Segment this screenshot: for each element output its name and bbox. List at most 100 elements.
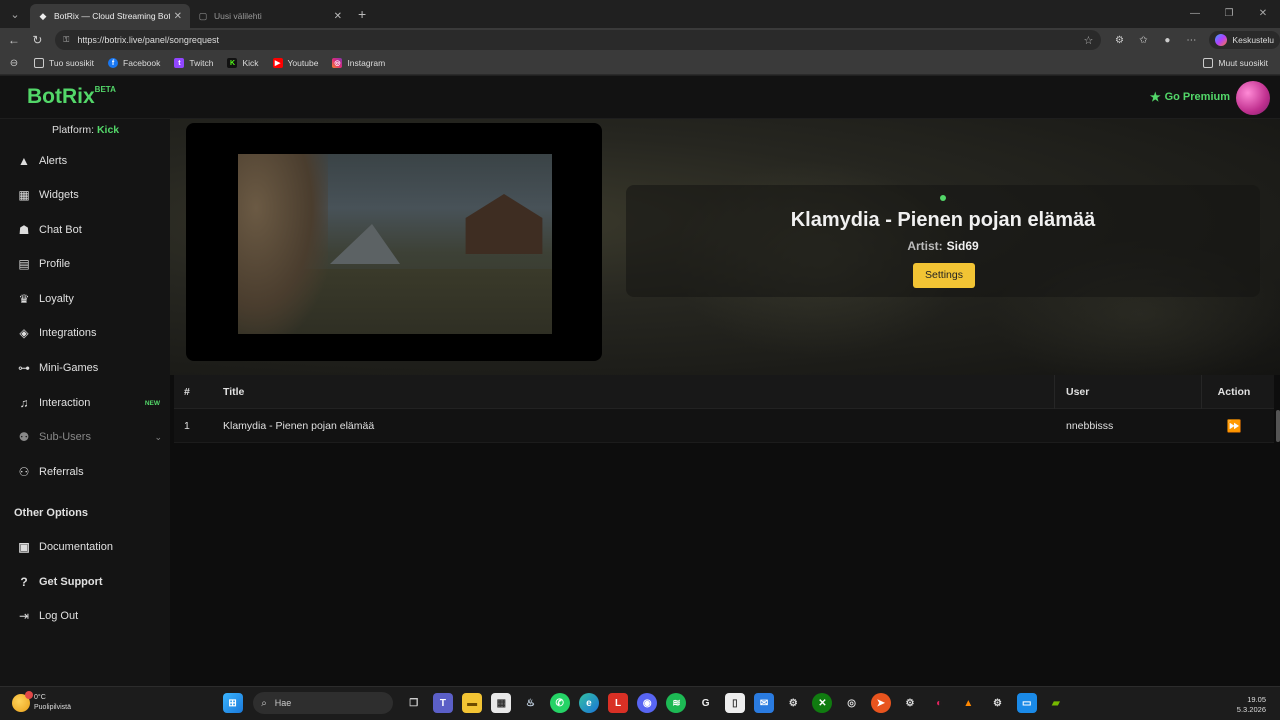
row-user: nnebbisss [1066, 419, 1114, 432]
browser-tab[interactable]: ▢ Uusi välilehti ✕ [190, 4, 350, 28]
sidebar-item-label: Chat Bot [39, 224, 82, 236]
app-red-dot-icon[interactable]: ⚙ [988, 693, 1008, 713]
gamepad-icon: ⊶ [18, 361, 30, 375]
sidebar-item-loyalty[interactable]: ♛ Loyalty [0, 282, 170, 316]
weather-widget[interactable]: 0°C Puolipilvistä [12, 691, 71, 713]
discord-icon[interactable]: ◉ [637, 693, 658, 713]
instagram-icon: ◎ [332, 58, 343, 68]
trophy-icon: ♛ [18, 292, 30, 306]
settings-icon[interactable]: ⚙ [900, 693, 920, 713]
bookmark-instagram[interactable]: ◎ Instagram [332, 58, 385, 68]
url-field[interactable]: ⚿ https://botrix.live/panel/songrequest … [55, 30, 1102, 50]
taskbar-search[interactable]: ⌕ Hae [253, 692, 394, 714]
bookmarks-bar: ⊖ Tuo suosikit f Facebook t Twitch K Kic… [0, 52, 1280, 75]
sidebar-item-chat-bot[interactable]: ☗ Chat Bot [0, 213, 170, 247]
other-bookmarks[interactable]: Muut suosikit [1203, 58, 1268, 68]
task-view-icon[interactable]: ❐ [404, 693, 424, 713]
artist-label: Artist: [907, 239, 943, 253]
profile-icon[interactable]: ● [1155, 35, 1179, 46]
copilot-chat-button[interactable]: Keskustelu [1209, 31, 1280, 49]
settings-button[interactable]: Settings [913, 263, 975, 288]
close-tab-icon[interactable]: ✕ [174, 11, 182, 22]
settings-gear-icon[interactable]: ⚙ [783, 693, 803, 713]
extensions-icon[interactable]: ⚙ [1107, 35, 1131, 46]
nvidia-icon[interactable]: ▰ [1046, 693, 1066, 713]
bookmark-label: Muut suosikit [1218, 58, 1268, 68]
system-clock[interactable]: 19.05 5.3.2026 [1237, 695, 1266, 715]
botrix-app: BotRixBETA ★ Go Premium Platform: Kick ▲… [0, 76, 1280, 686]
sidebar-item-profile[interactable]: ▤ Profile [0, 247, 170, 281]
sidebar-toggle-icon[interactable]: ⊖ [2, 58, 26, 69]
sidebar-item-mini-games[interactable]: ⊶ Mini-Games [0, 351, 170, 385]
sidebar-item-documentation[interactable]: ▣ Documentation [0, 530, 170, 564]
book-icon: ▣ [18, 540, 30, 554]
video-player[interactable] [186, 123, 602, 361]
favorite-star-icon[interactable]: ☆ [1084, 34, 1094, 47]
video-arm [238, 154, 328, 334]
bookmark-youtube[interactable]: ▶ Youtube [272, 58, 318, 68]
skip-song-button[interactable]: ⏩ [1204, 419, 1264, 433]
users-icon: ⚇ [18, 465, 30, 479]
video-hut [465, 194, 543, 254]
sidebar-item-log-out[interactable]: ⇥ Log Out [0, 599, 170, 633]
user-avatar[interactable] [1236, 81, 1270, 115]
restore-icon[interactable]: ❐ [1212, 0, 1246, 28]
url-text: https://botrix.live/panel/songrequest [77, 35, 219, 45]
g-hub-icon[interactable]: G [696, 693, 716, 713]
close-window-icon[interactable]: ✕ [1246, 0, 1280, 28]
store-icon[interactable]: ▦ [491, 693, 512, 713]
teams-icon[interactable]: T [432, 693, 453, 713]
reload-icon[interactable]: ↻ [26, 33, 50, 47]
bookmark-kick[interactable]: K Kick [227, 58, 259, 68]
xbox-icon[interactable]: ✕ [812, 693, 833, 713]
site-info-icon[interactable]: ⚿ [63, 35, 69, 45]
import-icon [34, 58, 44, 68]
bookmark-facebook[interactable]: f Facebook [108, 58, 160, 68]
new-tab-button[interactable]: + [358, 6, 366, 22]
edge-icon[interactable]: e [578, 693, 599, 713]
sidebar-item-get-support[interactable]: ? Get Support [0, 565, 170, 599]
grid-icon: ▦ [18, 188, 30, 202]
favorites-icon[interactable]: ✩ [1131, 35, 1155, 46]
bookmark-import[interactable]: Tuo suosikit [34, 58, 94, 68]
windows-start-icon[interactable]: ⊞ [222, 693, 243, 713]
vlc-icon[interactable]: ▲ [958, 693, 978, 713]
sidebar-item-integrations[interactable]: ◈ Integrations [0, 316, 170, 350]
file-explorer-icon[interactable]: ▬ [462, 693, 483, 713]
divider [1054, 375, 1055, 409]
notepad-icon[interactable]: ▯ [724, 693, 745, 713]
mail-icon[interactable]: ✉ [754, 693, 775, 713]
sidebar-item-widgets[interactable]: ▦ Widgets [0, 178, 170, 212]
sidebar-item-referrals[interactable]: ⚇ Referrals [0, 455, 170, 489]
search-icon: ⌕ [261, 697, 267, 709]
scrollbar[interactable] [1276, 410, 1280, 442]
opera-icon[interactable]: ◐ [929, 693, 949, 713]
botrix-logo[interactable]: BotRixBETA [27, 85, 116, 109]
steam-icon[interactable]: ♨ [521, 693, 541, 713]
whatsapp-icon[interactable]: ✆ [549, 693, 570, 713]
sidebar-item-interaction[interactable]: ♫ Interaction NEW [0, 386, 170, 420]
bookmark-twitch[interactable]: t Twitch [174, 58, 213, 68]
premium-label: Go Premium [1164, 91, 1230, 103]
app-orange-icon[interactable]: ➤ [870, 693, 891, 713]
song-title: Klamydia - Pienen pojan elämää [790, 209, 1096, 231]
sidebar-item-sub-users[interactable]: ⚉ Sub-Users ⌄ [0, 420, 170, 454]
new-badge: NEW [144, 399, 160, 407]
more-menu-icon[interactable]: ⋯ [1179, 35, 1203, 46]
tab-actions-menu[interactable]: ⌄ [4, 4, 26, 24]
chevron-down-icon: ⌄ [154, 431, 162, 442]
minimize-icon[interactable]: — [1178, 0, 1212, 28]
obs-icon[interactable]: ◎ [842, 693, 862, 713]
sidebar-item-alerts[interactable]: ▲ Alerts [0, 144, 170, 178]
browser-tab-active[interactable]: ◆ BotRix — Cloud Streaming Bot for ✕ [30, 4, 190, 28]
app-l-icon[interactable]: L [608, 693, 629, 713]
go-premium-link[interactable]: ★ Go Premium [1150, 90, 1230, 104]
other-options-heading: Other Options [14, 507, 88, 519]
window-app-icon[interactable]: ▭ [1016, 693, 1037, 713]
close-tab-icon[interactable]: ✕ [334, 11, 342, 22]
back-icon[interactable]: ← [2, 33, 26, 47]
spotify-icon[interactable]: ≋ [666, 693, 687, 713]
toolbar-icons: ⚙ ✩ ● ⋯ [1107, 35, 1203, 46]
warning-icon: ▲ [18, 154, 30, 168]
table-row: 1 Klamydia - Pienen pojan elämää nnebbis… [174, 409, 1280, 443]
